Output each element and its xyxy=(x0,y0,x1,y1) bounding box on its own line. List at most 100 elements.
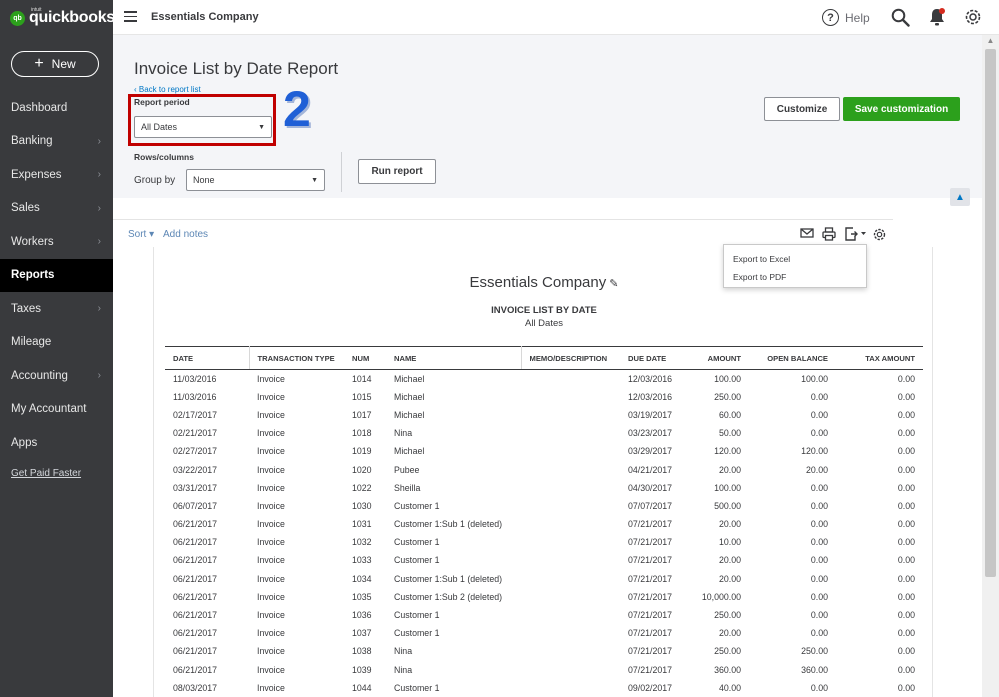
table-cell: 500.00 xyxy=(714,500,741,511)
table-row[interactable]: 06/21/2017 Invoice 1038 Nina 07/21/2017 250.0… xyxy=(165,642,923,660)
save-customization-button[interactable]: Save customization xyxy=(843,97,960,121)
hamburger-menu-icon[interactable] xyxy=(124,11,137,22)
table-row[interactable]: 02/17/2017 Invoice 1017 Michael 03/19/2017 60… xyxy=(165,406,923,424)
table-cell: 0.00 xyxy=(897,464,915,475)
vertical-scrollbar[interactable]: ▲ xyxy=(982,35,999,697)
table-row[interactable]: 06/21/2017 Invoice 1036 Customer 1 07/21/201… xyxy=(165,606,923,624)
report-settings-gear-icon[interactable] xyxy=(872,227,887,242)
sidebar-item-expenses[interactable]: Expenses › xyxy=(0,158,113,192)
table-cell: Customer 1:Sub 1 (deleted) xyxy=(394,519,503,530)
table-row[interactable]: 03/22/2017 Invoice 1020 Pubee 04/21/2017 20.0… xyxy=(165,460,923,478)
sidebar-item-my-accountant[interactable]: My Accountant xyxy=(0,393,113,427)
table-cell: Invoice xyxy=(257,482,285,493)
notification-bell-icon[interactable] xyxy=(928,7,946,27)
print-icon[interactable] xyxy=(822,227,836,241)
email-icon[interactable] xyxy=(800,227,814,239)
table-cell: Invoice xyxy=(257,391,285,402)
table-row[interactable]: 06/21/2017 Invoice 1033 Customer 1 07/21/201… xyxy=(165,551,923,569)
column-header[interactable]: OPEN BALANCE xyxy=(749,346,836,370)
company-name: Essentials Company xyxy=(151,11,259,23)
column-header[interactable]: NUM xyxy=(344,346,386,370)
table-cell: 04/21/2017 xyxy=(628,464,673,475)
table-cell: Invoice xyxy=(257,664,285,675)
group-by-select[interactable]: None ▼ xyxy=(186,169,325,191)
search-icon[interactable] xyxy=(891,8,910,27)
sidebar-item-banking[interactable]: Banking › xyxy=(0,125,113,159)
get-paid-faster-link[interactable]: Get Paid Faster xyxy=(11,468,81,479)
table-row[interactable]: 06/21/2017 Invoice 1031 Customer 1:Sub 1 (d… xyxy=(165,515,923,533)
quickbooks-logo[interactable]: qb intuit quickbooks xyxy=(10,7,115,27)
sidebar-item-apps[interactable]: Apps xyxy=(0,426,113,460)
export-to-pdf-option[interactable]: Export to PDF xyxy=(724,268,866,286)
help-button[interactable]: ? Help xyxy=(822,9,870,26)
table-cell xyxy=(521,533,620,551)
collapse-header-button[interactable]: ▲ xyxy=(950,188,970,206)
scroll-up-arrow-icon[interactable]: ▲ xyxy=(982,35,999,47)
table-row[interactable]: 08/03/2017 Invoice 1044 Customer 1 09/02/201… xyxy=(165,679,923,697)
settings-gear-icon[interactable] xyxy=(963,7,983,27)
table-row[interactable]: 11/03/2016 Invoice 1014 Michael 12/03/2016 10… xyxy=(165,370,923,388)
table-row[interactable]: 06/21/2017 Invoice 1034 Customer 1:Sub 1 (d… xyxy=(165,570,923,588)
table-cell: 06/21/2017 xyxy=(173,664,218,675)
table-row[interactable]: 11/03/2016 Invoice 1015 Michael 12/03/2016 25… xyxy=(165,388,923,406)
sidebar-item-workers[interactable]: Workers › xyxy=(0,225,113,259)
table-cell: 07/21/2017 xyxy=(628,519,673,530)
table-cell: 07/21/2017 xyxy=(628,646,673,657)
table-cell: 20.00 xyxy=(718,573,741,584)
table-row[interactable]: 06/07/2017 Invoice 1030 Customer 1 07/07/201… xyxy=(165,497,923,515)
sidebar-item-dashboard[interactable]: Dashboard xyxy=(0,91,113,125)
sort-dropdown[interactable]: Sort ▾ xyxy=(128,229,154,240)
table-cell: 0.00 xyxy=(810,482,828,493)
plus-icon: + xyxy=(34,55,44,72)
add-notes-link[interactable]: Add notes xyxy=(163,229,208,240)
sidebar-item-taxes[interactable]: Taxes › xyxy=(0,292,113,326)
table-cell: 0.00 xyxy=(810,610,828,621)
table-cell: 0.00 xyxy=(897,373,915,384)
table-cell: 250.00 xyxy=(714,646,741,657)
table-cell xyxy=(521,515,620,533)
report-header: Invoice List by Date Report ‹ Back to re… xyxy=(113,35,982,206)
sidebar-item-accounting[interactable]: Accounting › xyxy=(0,359,113,393)
column-header[interactable]: DATE xyxy=(165,346,250,370)
table-row[interactable]: 02/27/2017 Invoice 1019 Michael 03/29/2017 12… xyxy=(165,442,923,460)
column-header[interactable]: DUE DATE xyxy=(620,346,686,370)
table-cell: 20.00 xyxy=(805,464,828,475)
new-button-label: New xyxy=(51,57,76,71)
table-cell: 250.00 xyxy=(714,391,741,402)
group-by-label: Group by xyxy=(134,175,176,186)
table-cell: Michael xyxy=(394,446,425,457)
edit-pencil-icon[interactable]: ✎ xyxy=(609,278,618,290)
back-to-report-list-link[interactable]: ‹ Back to report list xyxy=(134,85,201,94)
sidebar-item-reports[interactable]: Reports xyxy=(0,258,113,292)
column-header[interactable]: NAME xyxy=(386,346,522,370)
table-cell xyxy=(521,388,620,406)
column-header[interactable]: TAX AMOUNT xyxy=(836,346,923,370)
qb-logo-icon: qb xyxy=(10,10,25,26)
table-cell: Invoice xyxy=(257,373,285,384)
table-row[interactable]: 06/21/2017 Invoice 1039 Nina 07/21/2017 360.0… xyxy=(165,661,923,679)
table-cell: Nina xyxy=(394,664,413,675)
table-row[interactable]: 06/21/2017 Invoice 1035 Customer 1:Sub 2 (d… xyxy=(165,588,923,606)
table-row[interactable]: 03/31/2017 Invoice 1022 Sheilla 04/30/2017 10… xyxy=(165,479,923,497)
sidebar-item-mileage[interactable]: Mileage xyxy=(0,326,113,360)
table-cell: 07/07/2017 xyxy=(628,500,673,511)
customize-button[interactable]: Customize xyxy=(764,97,840,121)
table-row[interactable]: 06/21/2017 Invoice 1037 Customer 1 07/21/201… xyxy=(165,624,923,642)
scrollbar-thumb[interactable] xyxy=(985,49,996,577)
run-report-button[interactable]: Run report xyxy=(358,159,436,184)
table-cell: 07/21/2017 xyxy=(628,591,673,602)
export-to-excel-option[interactable]: Export to Excel xyxy=(724,250,866,268)
report-toolbar: Sort ▾ Add notes xyxy=(113,219,893,247)
export-icon[interactable] xyxy=(844,227,868,241)
column-header[interactable]: MEMO/DESCRIPTION xyxy=(521,346,620,370)
table-cell: Customer 1:Sub 2 (deleted) xyxy=(394,591,503,602)
column-header[interactable]: TRANSACTION TYPE xyxy=(249,346,344,370)
table-cell xyxy=(521,406,620,424)
column-header[interactable]: AMOUNT xyxy=(686,346,749,370)
page-title: Invoice List by Date Report xyxy=(134,59,339,78)
table-cell: Customer 1 xyxy=(394,555,440,566)
table-row[interactable]: 02/21/2017 Invoice 1018 Nina 03/23/2017 50.00… xyxy=(165,424,923,442)
new-button[interactable]: + New xyxy=(11,51,99,77)
sidebar-item-sales[interactable]: Sales › xyxy=(0,192,113,226)
table-row[interactable]: 06/21/2017 Invoice 1032 Customer 1 07/21/201… xyxy=(165,533,923,551)
